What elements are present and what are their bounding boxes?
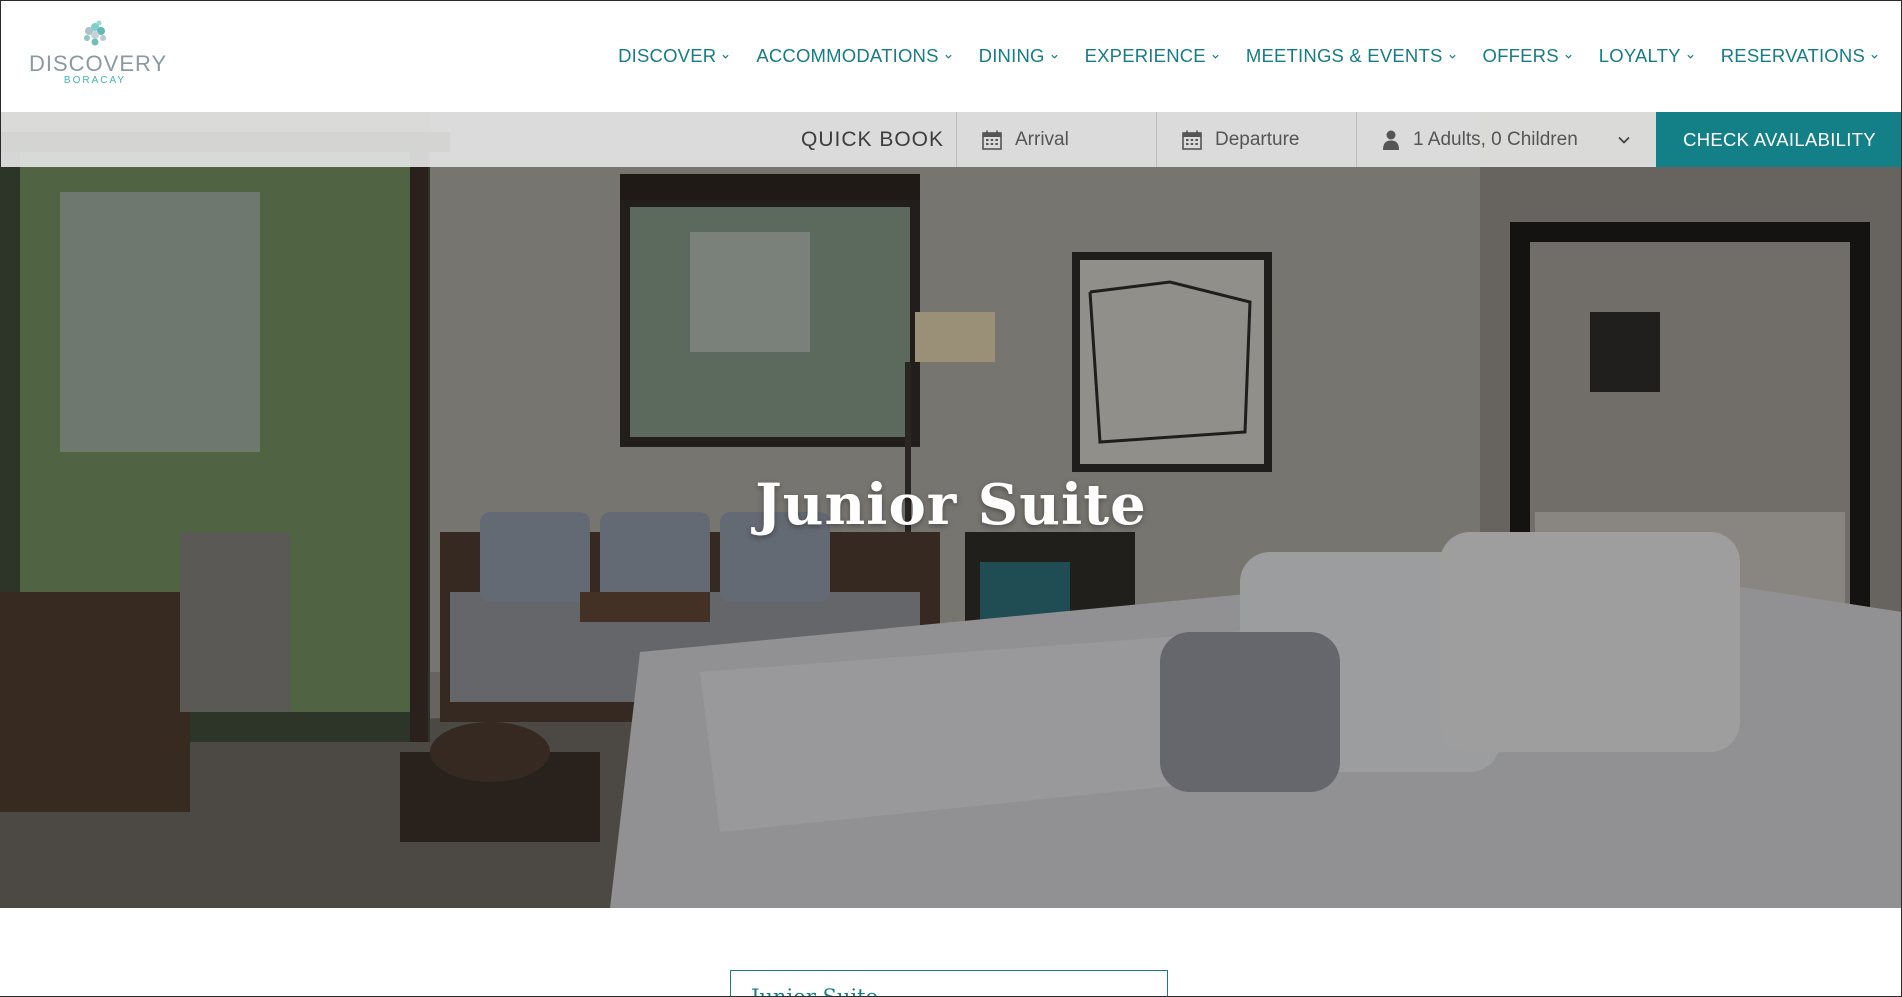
chevron-down-icon (1212, 54, 1219, 59)
nav-item-label: ACCOMMODATIONS (756, 45, 939, 66)
departure-placeholder: Departure (1215, 128, 1300, 150)
nav-item-experience[interactable]: EXPERIENCE (1085, 45, 1220, 67)
guests-value: 1 Adults, 0 Children (1413, 128, 1578, 150)
arrival-placeholder: Arrival (1015, 128, 1069, 150)
chevron-down-icon (722, 54, 729, 59)
nav-item-label: MEETINGS & EVENTS (1245, 45, 1443, 66)
nav-item-dining[interactable]: DINING (979, 45, 1059, 67)
nav-item-label: OFFERS (1482, 45, 1559, 66)
chevron-down-icon (1618, 136, 1630, 144)
chevron-down-icon (1687, 54, 1694, 59)
brand-logo[interactable]: DISCOVERY BORACAY (29, 19, 168, 97)
nav-item-accommodations[interactable]: ACCOMMODATIONS (756, 45, 952, 67)
calendar-icon (982, 130, 1002, 150)
chevron-down-icon (945, 54, 952, 59)
chevron-down-icon (1871, 54, 1878, 59)
brand-location: BORACAY (63, 75, 127, 86)
nav-item-reservations[interactable]: RESERVATIONS (1721, 45, 1879, 67)
nav-item-label: DISCOVER (618, 45, 717, 66)
brand-name: DISCOVERY (29, 51, 168, 76)
nav-item-meetings-events[interactable]: MEETINGS & EVENTS (1246, 45, 1457, 67)
chevron-down-icon (1050, 54, 1058, 59)
main-nav: DISCOVER ACCOMMODATIONS DINING EXPERIENC… (618, 45, 1879, 67)
person-icon (1383, 130, 1399, 150)
nav-item-label: LOYALTY (1598, 45, 1681, 66)
nav-item-label: DINING (978, 45, 1045, 66)
chevron-down-icon (1448, 54, 1456, 59)
check-availability-button[interactable]: CHECK AVAILABILITY (1656, 112, 1902, 167)
nav-item-label: RESERVATIONS (1720, 45, 1865, 66)
departure-date-field[interactable]: Departure (1156, 112, 1356, 167)
calendar-icon (1182, 130, 1202, 150)
check-availability-label: CHECK AVAILABILITY (1683, 128, 1876, 150)
nav-item-offers[interactable]: OFFERS (1483, 45, 1573, 67)
hero-banner: Junior Suite (0, 112, 1902, 908)
leaf-cluster-icon (84, 20, 106, 46)
nav-item-discover[interactable]: DISCOVER (618, 45, 730, 67)
arrival-date-field[interactable]: Arrival (956, 112, 1156, 167)
room-title-tab[interactable]: Junior Suite (730, 970, 1168, 997)
chevron-down-icon (1565, 54, 1572, 59)
hero-title: Junior Suite (755, 472, 1147, 538)
quick-book-bar: QUICK BOOK Arrival Departure 1 Adults, 0… (0, 112, 1902, 167)
site-header: DISCOVERY BORACAY DISCOVER ACCOMMODATION… (0, 0, 1902, 112)
quick-book-label: QUICK BOOK (801, 128, 945, 151)
guests-select[interactable]: 1 Adults, 0 Children (1356, 112, 1656, 167)
nav-item-loyalty[interactable]: LOYALTY (1599, 45, 1695, 67)
nav-item-label: EXPERIENCE (1084, 45, 1206, 66)
room-content: Junior Suite (0, 908, 1902, 997)
